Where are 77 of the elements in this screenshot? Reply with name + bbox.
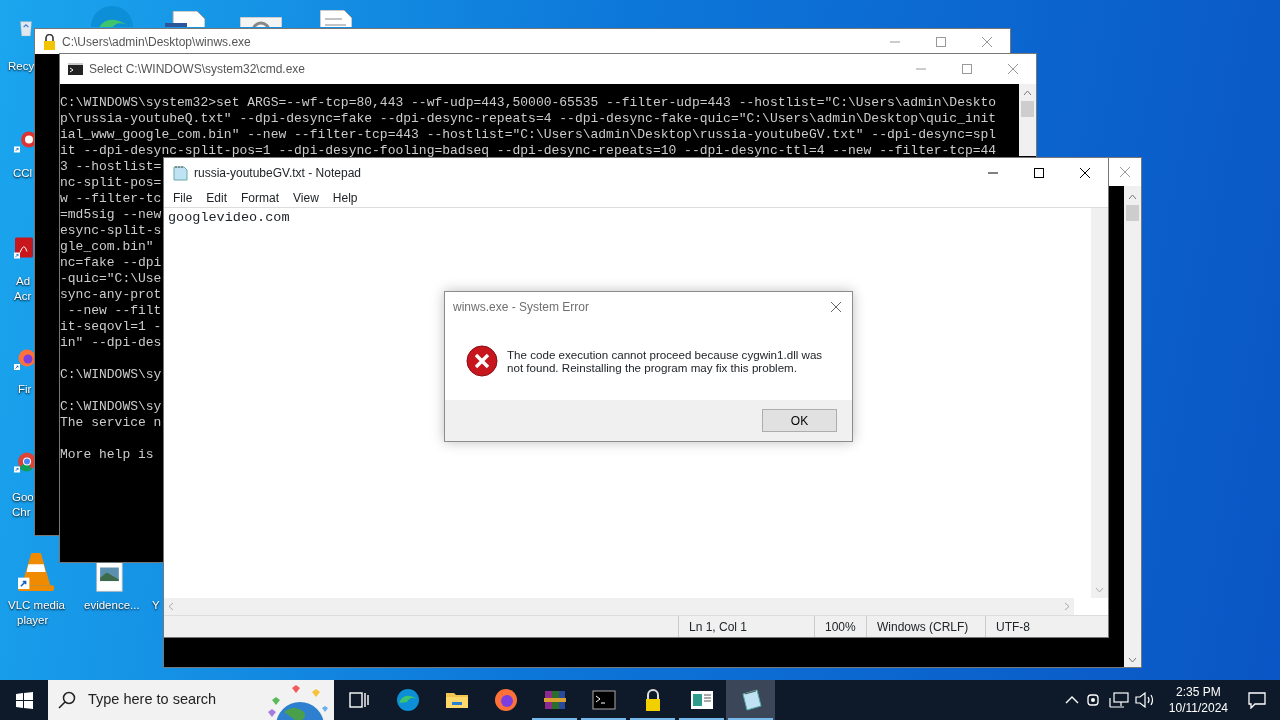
scroll-thumb[interactable]: [1021, 101, 1034, 117]
close-icon[interactable]: [1080, 168, 1090, 178]
console-line: -quic="C:\Use: [60, 271, 162, 287]
status-text: Ln 1, Col 1: [678, 616, 814, 637]
console-line: esync-split-s: [60, 223, 162, 239]
console-line: --new --filt: [66, 303, 162, 319]
search-icon[interactable]: [58, 691, 76, 709]
icon-label[interactable]: Y: [152, 598, 160, 613]
chevron-icon[interactable]: [1064, 695, 1079, 705]
console-line: =md5sig --new: [60, 207, 162, 223]
console-line: The service n: [60, 415, 162, 431]
clock-date[interactable]: 10/11/2024: [1168, 700, 1228, 716]
console-line: C:\WINDOWS\sy: [60, 399, 162, 415]
scroll-thumb[interactable]: [1126, 205, 1139, 221]
menu-item[interactable]: Help: [325, 188, 365, 207]
icon-label[interactable]: Acr: [14, 289, 32, 304]
icon-label[interactable]: evidence...: [84, 598, 140, 613]
search-field[interactable]: Type here to search: [86, 688, 246, 712]
icon-label[interactable]: Recy: [8, 59, 35, 74]
icon-label[interactable]: VLC media: [8, 598, 65, 613]
search-bar[interactable]: Type here to search: [48, 680, 334, 720]
status-text: Windows (CRLF): [866, 616, 985, 637]
window-title: russia-youtubeGV.txt - Notepad: [193, 165, 362, 182]
console-line: ial_www_google_com.bin" --new --filter-tcp=443 --hostlist="C:\Users\admin\Desktop\russia-youtubeGV.txt" --dpi-desync=spl: [60, 127, 997, 143]
status-text: 100%: [814, 616, 866, 637]
error-icon: [466, 345, 498, 377]
maximize-icon[interactable]: [1034, 168, 1044, 178]
menu-item[interactable]: File: [166, 188, 200, 207]
window-icon: [689, 688, 714, 712]
taskbar-button[interactable]: [726, 680, 775, 720]
console-line: C:\WINDOWS\system32>set ARGS=--wf-tcp=80,443 --wf-udp=443,50000-65535 --filter-udp=443 --hostlist="C:\Users\admin\Deskto: [60, 95, 997, 111]
console-line: More help is: [60, 447, 154, 463]
volume-icon[interactable]: [1134, 692, 1155, 708]
icon-label[interactable]: Chr: [12, 505, 31, 520]
icon-label[interactable]: CCl: [13, 166, 33, 181]
text-content[interactable]: googlevideo.com: [168, 210, 290, 226]
window-title: C:\Users\admin\Desktop\winws.exe: [61, 33, 252, 51]
console-line: nc-split-pos=: [60, 175, 162, 191]
menu-item[interactable]: Edit: [199, 188, 235, 207]
notepad-icon: [173, 165, 188, 181]
terminal-icon: [68, 63, 83, 75]
archive-icon: [542, 688, 567, 712]
windows-logo-icon[interactable]: [15, 691, 33, 709]
terminal-icon: [591, 688, 616, 712]
scrollbar[interactable]: [1091, 208, 1108, 598]
console-line: it-seqovl=1 -: [60, 319, 162, 335]
ok-button[interactable]: OK: [762, 409, 837, 432]
scrollbar[interactable]: [1019, 84, 1036, 156]
console-line: 3 --hostlist=: [60, 159, 162, 175]
scrollbar[interactable]: [1124, 186, 1141, 667]
notification-icon[interactable]: [1248, 691, 1266, 709]
browser-icon: [395, 688, 420, 712]
document-icon: [165, 11, 205, 27]
window-title: winws.exe - System Error: [452, 299, 591, 316]
menu-item[interactable]: View: [286, 188, 326, 207]
network-icon[interactable]: [1108, 692, 1129, 708]
window-title: Select C:\WINDOWS\system32\cmd.exe: [88, 61, 307, 78]
browser-icon: [493, 688, 518, 712]
icon-label[interactable]: Ad: [16, 274, 31, 289]
console-line: in" --dpi-des: [60, 335, 162, 351]
console-line: w --filter-tc: [60, 191, 162, 207]
clock-time[interactable]: 2:35 PM: [1168, 684, 1228, 700]
icon-label[interactable]: Fir: [18, 382, 32, 397]
console-line: nc=fake --dpi: [60, 255, 162, 271]
error-message: The code execution cannot proceed because cygwin1.dll was not found. Reinstalling the program may fix this problem.: [507, 348, 824, 374]
status-text: UTF-8: [985, 616, 1092, 637]
console-line: C:\WINDOWS\sy: [60, 367, 162, 383]
menu-item[interactable]: Format: [234, 188, 287, 207]
console-line: gle_com.bin": [60, 239, 154, 255]
document-icon: [320, 9, 352, 27]
icon-label[interactable]: Goo: [12, 490, 34, 505]
console-line: p\russia-youtubeQ.txt" --dpi-desync=fake --dpi-desync-repeats=4 --dpi-desync-fake-quic="C:\Users\admin\Desktop\quic_init: [60, 111, 997, 127]
padlock-icon: [43, 33, 56, 50]
icon-label[interactable]: player: [17, 613, 49, 628]
console-line: sync-any-prot: [60, 287, 162, 303]
document-icon: [240, 17, 282, 27]
console-line: it --dpi-desync-split-pos=1 --dpi-desync-fooling=badseq --dpi-desync-repeats=10 --dpi-desync-ttl=4 --new --filter-tcp=44: [60, 143, 997, 159]
